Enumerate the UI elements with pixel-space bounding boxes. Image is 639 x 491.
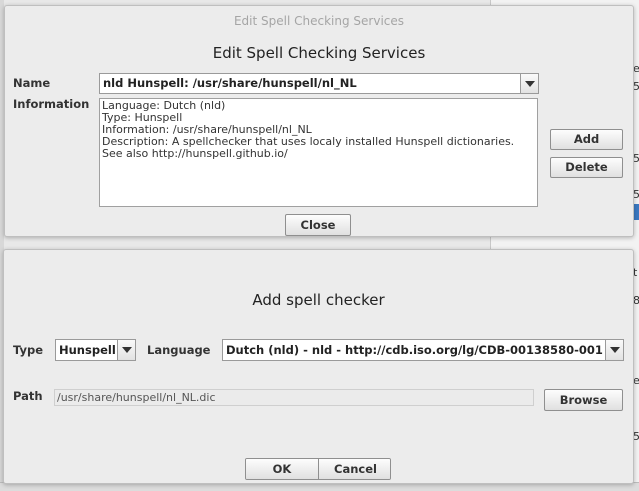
ok-button[interactable]: OK	[246, 459, 319, 479]
name-select-value: nld Hunspell: /usr/share/hunspell/nl_NL	[103, 76, 357, 90]
add-spell-checker-dialog: Add spell checker Type Hunspell Language…	[3, 249, 634, 484]
ok-cancel-buttons: OK Cancel	[245, 458, 391, 480]
chevron-down-icon[interactable]	[520, 74, 538, 93]
cancel-button[interactable]: Cancel	[319, 459, 390, 479]
edit-spell-checking-dialog: Edit Spell Checking Services Edit Spell …	[4, 5, 634, 237]
language-select-value: Dutch (nld) - nld - http://cdb.iso.org/l…	[226, 343, 603, 357]
language-select[interactable]: Dutch (nld) - nld - http://cdb.iso.org/l…	[222, 339, 624, 361]
name-label: Name	[13, 76, 51, 90]
type-label: Type	[13, 343, 44, 357]
browse-button[interactable]: Browse	[544, 389, 623, 411]
information-textarea[interactable]: Language: Dutch (nld) Type: Hunspell Inf…	[99, 98, 538, 207]
path-field[interactable]: /usr/share/hunspell/nl_NL.dic	[54, 389, 534, 406]
type-select[interactable]: Hunspell	[55, 339, 136, 361]
chevron-down-icon[interactable]	[605, 340, 623, 360]
window-title[interactable]: Edit Spell Checking Services	[5, 6, 633, 36]
language-label: Language	[147, 343, 211, 357]
close-button[interactable]: Close	[285, 214, 351, 236]
information-line: See also http://hunspell.github.io/	[102, 147, 288, 160]
add-button[interactable]: Add	[550, 129, 623, 150]
chevron-down-icon[interactable]	[117, 340, 135, 360]
dialog-heading: Add spell checker	[252, 291, 385, 309]
name-select[interactable]: nld Hunspell: /usr/share/hunspell/nl_NL	[99, 73, 539, 94]
type-select-value: Hunspell	[59, 343, 116, 357]
delete-button[interactable]: Delete	[550, 157, 623, 178]
path-label: Path	[13, 389, 43, 403]
information-label: Information	[13, 97, 90, 111]
dialog-heading: Edit Spell Checking Services	[212, 44, 426, 62]
